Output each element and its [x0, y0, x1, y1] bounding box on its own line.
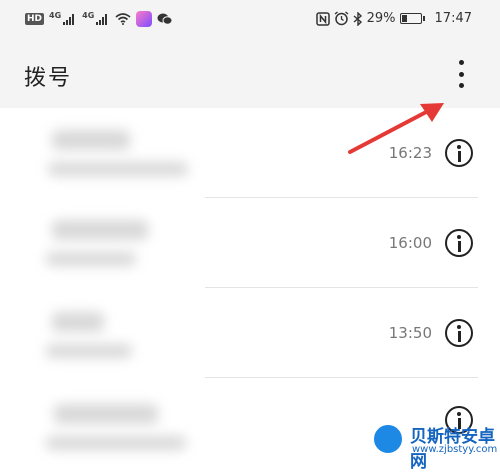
alarm-icon: [334, 11, 349, 26]
wifi-icon: [115, 13, 131, 25]
app-notification-icon: [136, 11, 153, 27]
status-bar-left: HD 4G 4G: [25, 11, 173, 27]
call-detail-blurred: [48, 162, 188, 176]
wechat-icon: [157, 13, 173, 25]
more-options-button[interactable]: [446, 58, 476, 90]
watermark-logo: [372, 423, 404, 455]
status-time: 17:47: [434, 11, 472, 26]
page-title: 拨号: [24, 66, 73, 91]
signal-icon-2: [96, 14, 108, 25]
contact-name-blurred: [52, 220, 148, 240]
call-detail-blurred: [46, 252, 136, 266]
more-vertical-icon: [458, 60, 464, 65]
bluetooth-icon: [353, 11, 362, 26]
nfc-icon: [315, 11, 330, 26]
call-log-row[interactable]: 16:23: [0, 108, 500, 198]
call-log-row[interactable]: 16:00: [0, 198, 500, 288]
call-log-row[interactable]: 13:50: [0, 288, 500, 378]
battery-percent: 29%: [366, 11, 396, 26]
call-detail-blurred: [46, 344, 132, 358]
battery-tip: [422, 16, 425, 21]
dialer-header: 拨号: [0, 40, 500, 108]
battery-level-fill: [401, 15, 407, 22]
more-vertical-icon-dot-2: [458, 71, 464, 77]
status-bar-right: 29% 17:47: [315, 11, 472, 26]
info-icon[interactable]: [445, 139, 473, 167]
call-time: 16:00: [388, 234, 432, 252]
hd-badge: HD: [25, 13, 45, 25]
signal-icon: [63, 14, 75, 25]
more-vertical-icon-dot-3: [458, 83, 464, 88]
call-time: 13:50: [388, 324, 432, 342]
info-icon[interactable]: [445, 229, 473, 257]
contact-name-blurred: [52, 312, 104, 332]
call-detail-blurred: [46, 436, 186, 450]
network-type-label-2: 4G: [82, 10, 95, 20]
contact-name-blurred: [54, 404, 158, 424]
network-type-label-1: 4G: [49, 10, 62, 20]
call-time: 16:23: [388, 144, 432, 162]
watermark: 贝斯特安卓网 www.zjbstyy.com: [372, 420, 500, 472]
status-bar: HD 4G 4G 29% 17:47: [0, 0, 500, 40]
battery-icon: [399, 13, 422, 24]
watermark-url: www.zjbstyy.com: [412, 444, 498, 455]
info-icon[interactable]: [445, 319, 473, 347]
call-log-list: 16:23 16:00 13:50: [0, 108, 500, 460]
contact-name-blurred: [52, 130, 130, 150]
